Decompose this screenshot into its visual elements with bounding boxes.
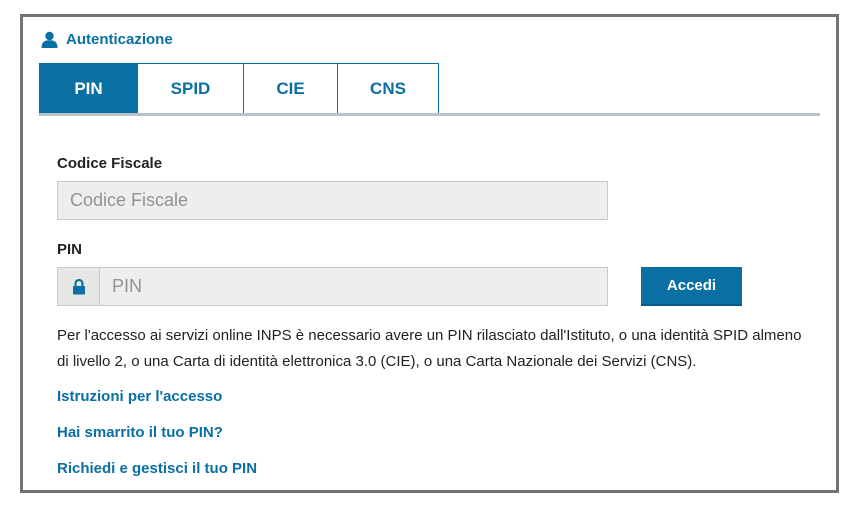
link-smarrito-pin[interactable]: Hai smarrito il tuo PIN? [57,424,223,441]
user-icon [41,31,58,48]
tab-cie[interactable]: CIE [244,63,338,114]
tab-divider [39,113,820,116]
codice-fiscale-label: Codice Fiscale [57,155,163,172]
authentication-panel: Autenticazione PIN SPID CIE CNS Codice F… [20,14,839,493]
pin-label: PIN [57,241,83,258]
tab-cns[interactable]: CNS [338,63,439,114]
info-text: Per l'accesso ai servizi online INPS è n… [57,327,802,370]
panel-title: Autenticazione [66,31,173,48]
accedi-button[interactable]: Accedi [641,267,742,306]
link-istruzioni-accesso[interactable]: Istruzioni per l'accesso [57,388,222,405]
tab-spid[interactable]: SPID [138,63,244,114]
auth-tabs: PIN SPID CIE CNS [39,63,439,114]
pin-lock-addon [57,267,100,306]
link-richiedi-gestisci-pin[interactable]: Richiedi e gestisci il tuo PIN [57,460,257,477]
codice-fiscale-input[interactable] [57,181,608,220]
panel-header: Autenticazione [41,31,173,48]
pin-input[interactable] [99,267,608,306]
tab-pin[interactable]: PIN [39,63,138,114]
lock-icon [72,278,85,294]
